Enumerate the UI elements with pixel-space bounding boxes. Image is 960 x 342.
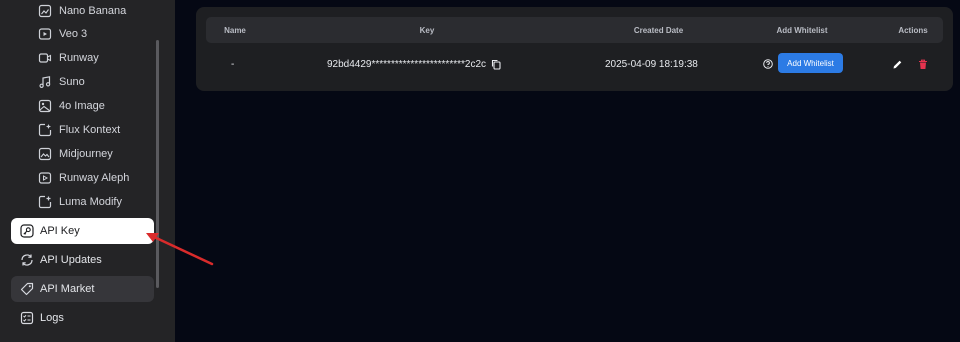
column-header-name: Name: [224, 25, 246, 35]
column-header-actions: Actions: [898, 25, 928, 35]
sidebar-item-label: Runway: [59, 52, 99, 64]
help-icon[interactable]: [763, 54, 773, 74]
add-whitelist-button[interactable]: Add Whitelist: [778, 53, 843, 73]
sidebar: Nano Banana Veo 3 Runway Suno 4o Image F…: [0, 0, 175, 342]
sidebar-scrollbar[interactable]: [156, 40, 159, 288]
sidebar-item-runway[interactable]: Runway: [38, 48, 99, 68]
sidebar-item-runway-aleph[interactable]: Runway Aleph: [38, 168, 129, 188]
sidebar-item-label: Runway Aleph: [59, 172, 130, 184]
sidebar-item-label: Logs: [40, 312, 64, 324]
sidebar-item-veo-3[interactable]: Veo 3: [38, 24, 87, 44]
delete-trash-icon[interactable]: [918, 54, 928, 74]
video-camera-icon: [38, 51, 52, 65]
sidebar-item-midjourney[interactable]: Midjourney: [38, 144, 113, 164]
image-edit-icon: [38, 4, 52, 18]
checklist-icon: [20, 311, 34, 325]
sidebar-item-flux-kontext[interactable]: Flux Kontext: [38, 120, 120, 140]
sidebar-item-label: Luma Modify: [59, 196, 122, 208]
table-header: Name Key Created Date Add Whitelist Acti…: [206, 17, 943, 43]
column-header-key: Key: [419, 25, 435, 35]
column-header-created-date: Created Date: [633, 25, 684, 35]
image-sparkle-icon: [38, 123, 52, 137]
video-edit-icon: [38, 171, 52, 185]
sidebar-item-suno[interactable]: Suno: [38, 72, 85, 92]
refresh-icon: [20, 253, 34, 267]
sidebar-item-api-market[interactable]: API Market: [11, 276, 154, 302]
column-header-add-whitelist: Add Whitelist: [776, 25, 828, 35]
row-created-date-value: 2025-04-09 18:19:38: [605, 58, 698, 70]
sidebar-item-label: API Updates: [40, 254, 102, 266]
sidebar-item-api-updates[interactable]: API Updates: [11, 247, 154, 273]
sidebar-item-label: 4o Image: [59, 100, 105, 112]
sidebar-item-logs[interactable]: Logs: [11, 305, 154, 331]
music-note-icon: [38, 75, 52, 89]
edit-pencil-icon[interactable]: [892, 54, 903, 74]
row-key-value: 92bd4429************************2c2c: [327, 58, 487, 70]
api-keys-table: Name Key Created Date Add Whitelist Acti…: [196, 7, 953, 91]
sidebar-item-label: Flux Kontext: [59, 124, 121, 136]
sidebar-item-luma-modify[interactable]: Luma Modify: [38, 192, 122, 212]
row-name-value: -: [231, 58, 235, 70]
sidebar-item-api-key[interactable]: API Key: [11, 218, 154, 244]
sidebar-item-nano-banana[interactable]: Nano Banana: [38, 1, 126, 21]
sidebar-item-label: Veo 3: [59, 28, 88, 40]
key-icon: [20, 224, 34, 238]
image-icon: [38, 99, 52, 113]
image-modify-icon: [38, 195, 52, 209]
video-play-icon: [38, 27, 52, 41]
sidebar-item-label: API Market: [40, 283, 95, 295]
tag-icon: [20, 282, 34, 296]
copy-icon[interactable]: [491, 54, 501, 74]
sidebar-item-label: API Key: [40, 225, 80, 237]
sidebar-item-label: Suno: [59, 76, 85, 88]
sidebar-item-label: Midjourney: [59, 148, 113, 160]
image-gallery-icon: [38, 147, 52, 161]
sidebar-item-4o-image[interactable]: 4o Image: [38, 96, 105, 116]
sidebar-item-label: Nano Banana: [59, 5, 127, 17]
